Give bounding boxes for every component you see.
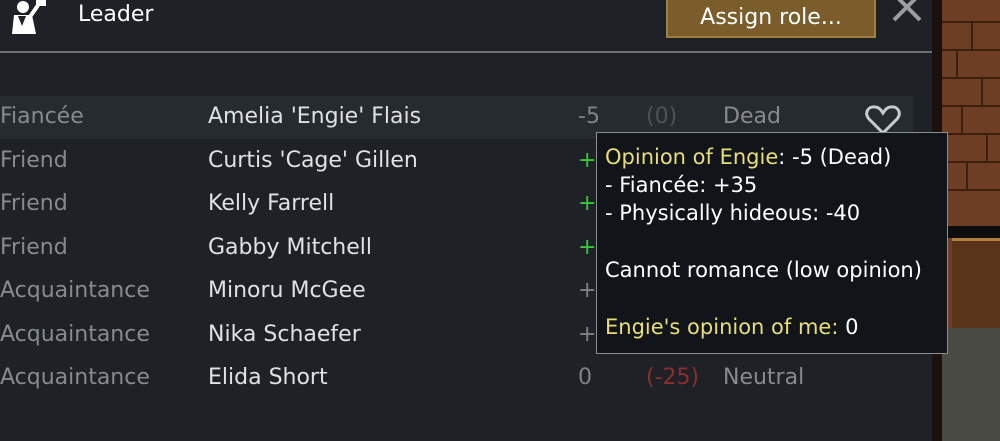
pawn-status: Neutral [723,365,805,390]
leader-figure-icon [12,0,46,34]
header-divider [0,51,932,53]
opinion-value: -5 [578,104,600,129]
tooltip-reason: - Physically hideous: -40 [605,201,861,225]
stone-floor [942,328,1000,441]
close-icon[interactable] [890,0,926,22]
tooltip-romance-note: Cannot romance (low opinion) [605,258,922,282]
pawn-name[interactable]: Curtis 'Cage' Gillen [208,148,418,173]
relation-label: Acquaintance [0,322,150,347]
assign-role-button[interactable]: Assign role... [666,0,876,38]
relation-label: Friend [0,191,68,216]
pawn-name[interactable]: Nika Schaefer [208,322,361,347]
pawn-name[interactable]: Amelia 'Engie' Flais [208,104,421,129]
tooltip-opinion-line: Opinion of Engie: -5 (Dead) [605,145,891,169]
relation-label: Acquaintance [0,365,150,390]
tooltip-their-label: Engie's opinion of me: [605,315,839,339]
pawn-name[interactable]: Kelly Farrell [208,191,334,216]
pawn-name[interactable]: Elida Short [208,365,328,390]
panel-header: Leader Assign role... [0,0,932,51]
their-opinion-value: (0) [646,104,678,129]
tooltip-opinion-value: : -5 (Dead) [778,145,892,169]
relation-label: Friend [0,235,68,260]
their-opinion-value: (-25) [646,365,700,390]
tooltip-their-value: 0 [838,315,859,339]
relation-label: Friend [0,148,68,173]
header-title: Leader [78,2,154,27]
opinion-value: 0 [578,365,592,390]
pawn-status: Dead [723,104,781,129]
tooltip-their-opinion-line: Engie's opinion of me: 0 [605,315,858,339]
opinion-tooltip: Opinion of Engie: -5 (Dead) - Fiancée: +… [596,132,948,354]
relation-label: Acquaintance [0,278,150,303]
tooltip-opinion-label: Opinion of Engie [605,145,779,169]
relation-row[interactable]: Acquaintance Elida Short 0 (-25) Neutral [0,357,913,400]
wall-band [942,226,1000,238]
tooltip-reason: - Fiancée: +35 [605,173,758,197]
pawn-name[interactable]: Minoru McGee [208,278,366,303]
wooden-frame [952,238,1000,331]
relation-label: Fiancée [0,104,84,129]
pawn-name[interactable]: Gabby Mitchell [208,235,372,260]
